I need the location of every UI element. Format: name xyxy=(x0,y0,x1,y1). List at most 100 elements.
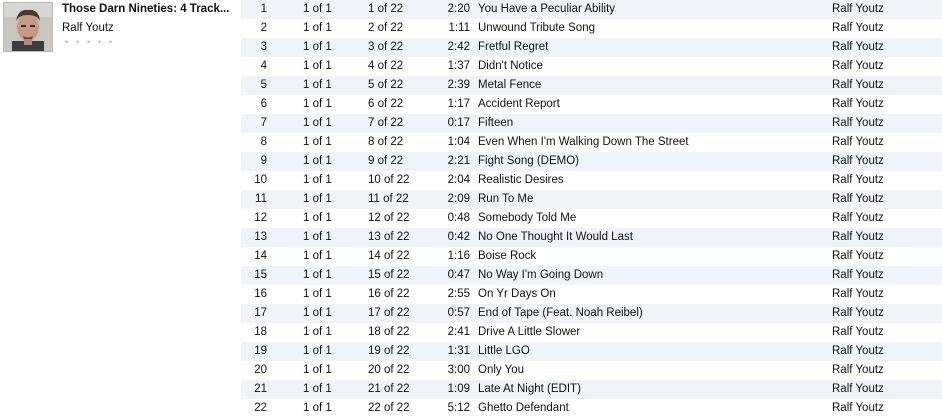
track-number: 6 xyxy=(260,98,267,110)
table-row[interactable]: 20 1 of 1 20 of 22 3:00 Only You Ralf Youtz xyxy=(241,361,942,380)
track-number: 19 xyxy=(254,345,267,357)
table-row[interactable]: 15 1 of 1 15 of 22 0:47 No Way I'm Going Dow… xyxy=(241,266,942,285)
track-artist: Ralf Youtz xyxy=(832,174,884,186)
table-row[interactable]: 6 1 of 1 6 of 22 1:17 Accident Report Ralf Yo… xyxy=(241,95,942,114)
disc-number: 1 of 1 xyxy=(303,269,332,281)
track-artist: Ralf Youtz xyxy=(832,307,884,319)
album-artist: Ralf Youtz xyxy=(62,22,114,34)
track-number: 5 xyxy=(260,79,267,91)
track-position: 3 of 22 xyxy=(368,41,404,53)
track-name: On Yr Days On xyxy=(478,288,556,300)
track-name: Metal Fence xyxy=(478,79,542,91)
track-name: You Have a Peculiar Ability xyxy=(478,3,616,15)
track-position: 18 of 22 xyxy=(368,326,410,338)
table-row[interactable]: 22 1 of 1 22 of 22 5:12 Ghetto Defendant Ralf… xyxy=(241,399,942,417)
table-row[interactable]: 13 1 of 1 13 of 22 0:42 No One Thought It Wo… xyxy=(241,228,942,247)
rating-dot-icon[interactable]: • xyxy=(74,38,81,47)
track-artist: Ralf Youtz xyxy=(832,231,884,243)
track-artist: Ralf Youtz xyxy=(832,79,884,91)
track-name: Drive A Little Slower xyxy=(478,326,581,338)
track-artist: Ralf Youtz xyxy=(832,212,884,224)
rating-dot-icon[interactable]: • xyxy=(107,38,114,47)
rating-dot-icon[interactable]: • xyxy=(96,38,103,47)
track-time: 3:00 xyxy=(447,364,470,376)
disc-number: 1 of 1 xyxy=(303,22,332,34)
track-time: 2:21 xyxy=(447,155,470,167)
track-time: 1:31 xyxy=(447,345,470,357)
album-artwork-image xyxy=(4,3,52,51)
track-time: 0:47 xyxy=(447,269,470,281)
track-position: 11 of 22 xyxy=(368,193,409,205)
track-position: 22 of 22 xyxy=(368,402,410,414)
track-artist: Ralf Youtz xyxy=(832,193,884,205)
track-name: Realistic Desires xyxy=(478,174,564,186)
track-number: 17 xyxy=(254,307,267,319)
track-position: 16 of 22 xyxy=(368,288,410,300)
disc-number: 1 of 1 xyxy=(303,288,332,300)
track-position: 17 of 22 xyxy=(368,307,410,319)
disc-number: 1 of 1 xyxy=(303,307,332,319)
track-artist: Ralf Youtz xyxy=(832,117,884,129)
track-artist: Ralf Youtz xyxy=(832,269,884,281)
track-name: No Way I'm Going Down xyxy=(478,269,604,281)
track-name: Fight Song (DEMO) xyxy=(478,155,579,167)
table-row[interactable]: 21 1 of 1 21 of 22 1:09 Late At Night (EDIT)… xyxy=(241,380,942,399)
track-number: 9 xyxy=(260,155,267,167)
disc-number: 1 of 1 xyxy=(303,79,332,91)
table-row[interactable]: 10 1 of 1 10 of 22 2:04 Realistic Desires Ral… xyxy=(241,171,942,190)
track-time: 1:11 xyxy=(448,22,470,34)
track-number: 15 xyxy=(254,269,267,281)
table-row[interactable]: 3 1 of 1 3 of 22 2:42 Fretful Regret Ralf You… xyxy=(241,38,942,57)
disc-number: 1 of 1 xyxy=(303,136,332,148)
track-artist: Ralf Youtz xyxy=(832,60,884,72)
track-name: Somebody Told Me xyxy=(478,212,577,224)
table-row[interactable]: 5 1 of 1 5 of 22 2:39 Metal Fence Ralf Youtz xyxy=(241,76,942,95)
track-artist: Ralf Youtz xyxy=(832,155,884,167)
track-time: 1:17 xyxy=(447,98,470,110)
table-row[interactable]: 17 1 of 1 17 of 22 0:57 End of Tape (Feat. N… xyxy=(241,304,942,323)
track-position: 15 of 22 xyxy=(368,269,410,281)
track-number: 4 xyxy=(260,60,267,72)
track-artist: Ralf Youtz xyxy=(832,364,884,376)
track-time: 1:04 xyxy=(447,136,470,148)
album-artwork[interactable] xyxy=(3,2,53,52)
table-row[interactable]: 4 1 of 1 4 of 22 1:37 Didn't Notice Ralf Yout… xyxy=(241,57,942,76)
table-row[interactable]: 16 1 of 1 16 of 22 2:55 On Yr Days On Ralf Yo… xyxy=(241,285,942,304)
track-name: Fretful Regret xyxy=(478,41,549,53)
track-position: 20 of 22 xyxy=(368,364,410,376)
disc-number: 1 of 1 xyxy=(303,383,332,395)
album-rating[interactable]: • • • • • xyxy=(63,38,114,47)
disc-number: 1 of 1 xyxy=(303,402,332,414)
table-row[interactable]: 19 1 of 1 19 of 22 1:31 Little LGO Ralf Youtz xyxy=(241,342,942,361)
table-row[interactable]: 8 1 of 1 8 of 22 1:04 Even When I'm Walking … xyxy=(241,133,942,152)
track-time: 2:55 xyxy=(447,288,470,300)
track-number: 12 xyxy=(254,212,267,224)
disc-number: 1 of 1 xyxy=(303,212,332,224)
disc-number: 1 of 1 xyxy=(303,117,332,129)
rating-dot-icon[interactable]: • xyxy=(63,38,70,47)
table-row[interactable]: 11 1 of 1 11 of 22 2:09 Run To Me Ralf Youtz xyxy=(241,190,942,209)
table-row[interactable]: 9 1 of 1 9 of 22 2:21 Fight Song (DEMO) Ralf … xyxy=(241,152,942,171)
track-position: 2 of 22 xyxy=(368,22,404,34)
disc-number: 1 of 1 xyxy=(303,364,332,376)
album-title: Those Darn Nineties: 4 Track... xyxy=(62,3,230,15)
track-position: 4 of 22 xyxy=(368,60,404,72)
table-row[interactable]: 2 1 of 1 2 of 22 1:11 Unwound Tribute Song Ra… xyxy=(241,19,942,38)
track-name: Ghetto Defendant xyxy=(478,402,569,414)
table-row[interactable]: 7 1 of 1 7 of 22 0:17 Fifteen Ralf Youtz xyxy=(241,114,942,133)
track-name: Fifteen xyxy=(478,117,514,129)
track-number: 7 xyxy=(260,117,267,129)
track-artist: Ralf Youtz xyxy=(832,288,884,300)
rating-dot-icon[interactable]: • xyxy=(85,38,92,47)
table-row[interactable]: 18 1 of 1 18 of 22 2:41 Drive A Little Slowe… xyxy=(241,323,942,342)
track-artist: Ralf Youtz xyxy=(832,383,884,395)
table-row[interactable]: 1 1 of 1 1 of 22 2:20 You Have a Peculiar Ab… xyxy=(241,0,942,19)
track-position: 1 of 22 xyxy=(368,3,404,15)
track-time: 2:20 xyxy=(447,3,470,15)
track-time: 2:39 xyxy=(447,79,470,91)
track-time: 1:09 xyxy=(447,383,470,395)
table-row[interactable]: 12 1 of 1 12 of 22 0:48 Somebody Told Me Ralf… xyxy=(241,209,942,228)
track-artist: Ralf Youtz xyxy=(832,402,884,414)
track-position: 12 of 22 xyxy=(368,212,410,224)
table-row[interactable]: 14 1 of 1 14 of 22 1:16 Boise Rock Ralf Youtz xyxy=(241,247,942,266)
